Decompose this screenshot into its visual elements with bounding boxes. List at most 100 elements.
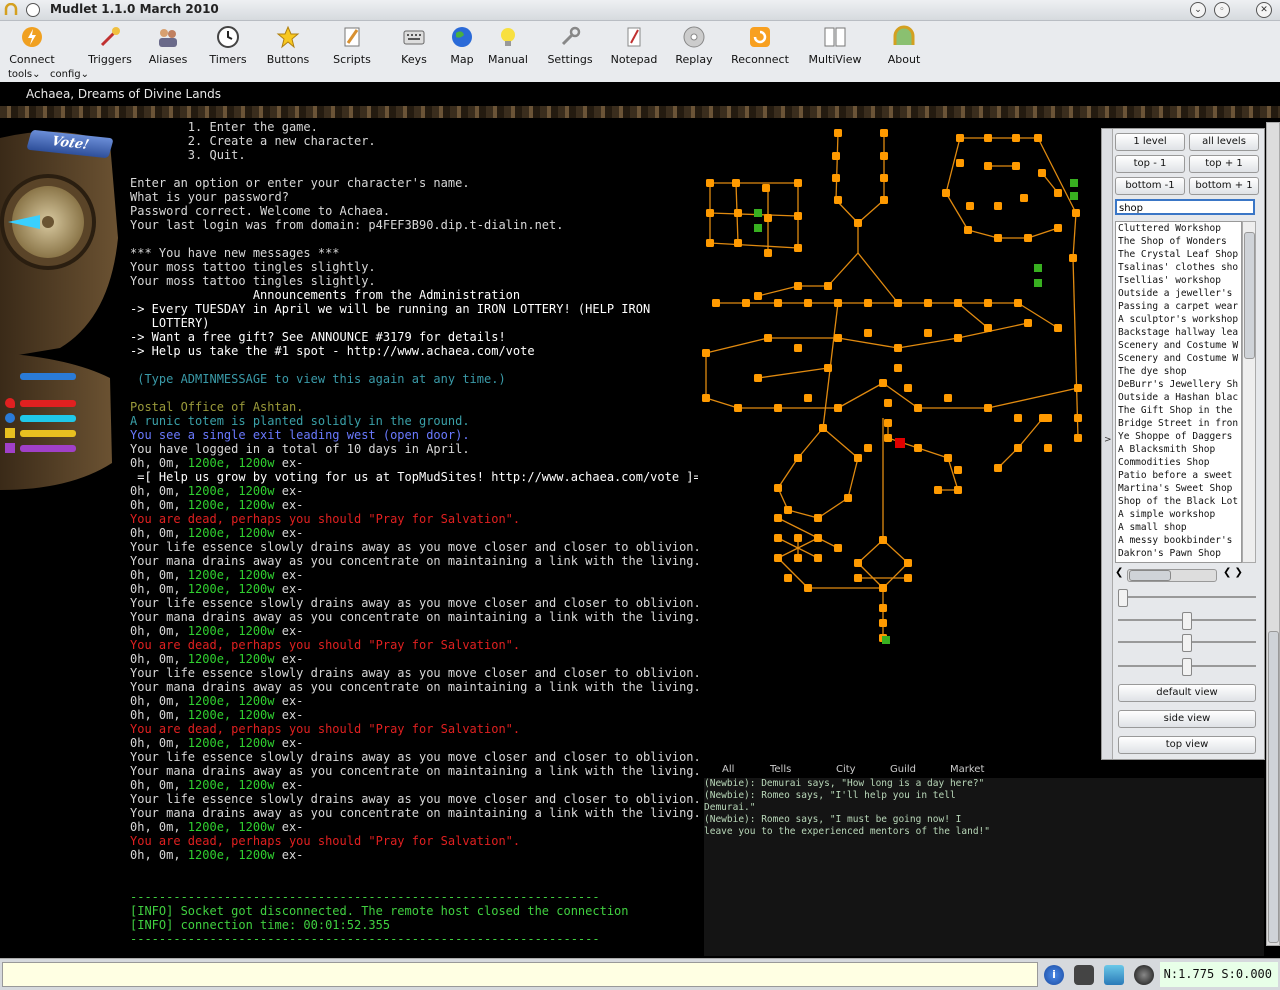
room-result-item[interactable]: Shop of the Black Lot (1116, 495, 1241, 508)
tools-menu[interactable]: tools⌄ (8, 69, 41, 80)
top-view-button[interactable]: top view (1118, 736, 1256, 754)
minimize-button[interactable]: ⌄ (1190, 2, 1206, 18)
room-result-item[interactable]: Ye Shoppe of Daggers (1116, 430, 1241, 443)
top-minus-button[interactable]: top - 1 (1115, 155, 1185, 173)
tab-market[interactable]: Market (950, 764, 984, 775)
room-result-item[interactable]: A simple workshop (1116, 508, 1241, 521)
map-exit-line (705, 337, 769, 354)
default-view-button[interactable]: default view (1118, 684, 1256, 702)
room-result-item[interactable]: The dye shop (1116, 365, 1241, 378)
toolbar-buttons-button[interactable]: Buttons (264, 25, 312, 69)
toolbar-aliases-button[interactable]: Aliases (144, 25, 192, 69)
room-result-item[interactable]: Backstage hallway lea (1116, 326, 1241, 339)
main-console[interactable]: 1. Enter the game. 2. Create a new chara… (130, 118, 701, 956)
network-stats: N:1.775 S:0.000 (1160, 962, 1278, 987)
results-scrollbar[interactable] (1242, 221, 1256, 563)
room-result-item[interactable]: Martina's Sweet Shop (1116, 482, 1241, 495)
mapper-view[interactable] (698, 118, 1101, 758)
room-result-item[interactable]: Tsalinas' clothes sho (1116, 261, 1241, 274)
side-view-button[interactable]: side view (1118, 710, 1256, 728)
room-results-list[interactable]: Cluttered Workshop The Shop of Wonders The… (1115, 221, 1242, 563)
toolbar-notepad-button[interactable]: Notepad (610, 25, 658, 69)
console-line: Your mana drains away as you concentrate… (130, 680, 701, 694)
console-line: 0h, 0m, 1200e, 1200w ex- (130, 526, 304, 540)
map-exit-line (777, 457, 799, 489)
room-result-item[interactable]: Dakron's Pawn Shop (1116, 547, 1241, 560)
map-room (834, 299, 842, 307)
toolbar-connect-button[interactable]: Connect (8, 25, 56, 69)
room-result-item[interactable]: The Crystal Leaf Shop (1116, 248, 1241, 261)
room-result-item[interactable]: Tsellias' workshop (1116, 274, 1241, 287)
map-room (894, 364, 902, 372)
room-result-item[interactable]: The Shop of Wonders (1116, 235, 1241, 248)
top-plus-button[interactable]: top + 1 (1189, 155, 1259, 173)
room-result-item[interactable]: The Gift Shop in the (1116, 404, 1241, 417)
chat-window[interactable]: (Newbie): Demurai says, "How long is a d… (704, 778, 1264, 956)
room-result-item[interactable]: Outside a jeweller's (1116, 287, 1241, 300)
room-result-item[interactable]: DeBurr's Jewellery Sh (1116, 378, 1241, 391)
room-search-input[interactable]: shop (1115, 199, 1255, 215)
console-scrollbar[interactable] (1266, 122, 1280, 946)
toolbar-reconnect-button[interactable]: Reconnect (730, 25, 790, 69)
y-rotation-slider[interactable] (1118, 634, 1256, 652)
results-hscrollbar[interactable]: ❮ ❮ ❯ (1115, 567, 1255, 582)
map-exit-line (797, 427, 824, 459)
toolbar-settings-button[interactable]: Settings (540, 25, 600, 69)
room-result-item[interactable]: A small shop (1116, 521, 1241, 534)
map-room (880, 174, 888, 182)
keyboard-icon (403, 30, 425, 45)
map-room (994, 202, 1002, 210)
tab-guild[interactable]: Guild (890, 764, 916, 775)
map-room (804, 584, 812, 592)
map-exit-line (857, 199, 885, 224)
room-result-item[interactable]: Patio before a sweet (1116, 469, 1241, 482)
keyboard-icon[interactable] (1074, 965, 1094, 985)
room-result-item[interactable]: A Blacksmith Shop (1116, 443, 1241, 456)
tab-tells[interactable]: Tells (770, 764, 791, 775)
room-result-item[interactable]: Commodities Shop (1116, 456, 1241, 469)
map-exit-line (817, 497, 849, 519)
game-title: Achaea, Dreams of Divine Lands (26, 87, 222, 101)
room-result-item[interactable]: Bridge Street in fron (1116, 417, 1241, 430)
toolbar-keys-button[interactable]: Keys (390, 25, 438, 69)
info-icon[interactable]: i (1044, 965, 1064, 985)
room-result-item[interactable]: Passing a carpet wear (1116, 300, 1241, 313)
one-level-button[interactable]: 1 level (1115, 133, 1185, 151)
map-room (864, 444, 872, 452)
window-menu-icon[interactable] (26, 3, 40, 17)
room-result-item[interactable]: Scenery and Costume W (1116, 339, 1241, 352)
toolbar-replay-button[interactable]: Replay (670, 25, 718, 69)
toolbar-manual-button[interactable]: Manual (484, 25, 532, 69)
record-icon[interactable] (1134, 965, 1154, 985)
x-rotation-slider[interactable] (1118, 612, 1256, 630)
close-button[interactable]: ✕ (1256, 2, 1272, 18)
toolbar-map-button[interactable]: Map (438, 25, 486, 69)
console-line: 0h, 0m, 1200e, 1200w ex- (130, 820, 304, 834)
toolbar-timers-button[interactable]: Timers (204, 25, 252, 69)
bottom-plus-button[interactable]: bottom + 1 (1189, 177, 1259, 195)
all-levels-button[interactable]: all levels (1189, 133, 1259, 151)
bottom-minus-button[interactable]: bottom -1 (1115, 177, 1185, 195)
zoom-slider[interactable] (1118, 589, 1256, 607)
toolbar-multiview-button[interactable]: MultiView (805, 25, 865, 69)
toolbar-about-button[interactable]: About (880, 25, 928, 69)
room-result-item[interactable]: Outside a Hashan blac (1116, 391, 1241, 404)
screen-icon[interactable] (1104, 965, 1124, 985)
level-bar (20, 373, 76, 380)
room-result-item[interactable]: A messy bookbinder's (1116, 534, 1241, 547)
command-input[interactable] (2, 962, 1038, 987)
room-result-item[interactable]: Cluttered Workshop (1116, 222, 1241, 235)
map-room (1014, 299, 1022, 307)
toolbar-scripts-button[interactable]: Scripts (328, 25, 376, 69)
z-rotation-slider[interactable] (1118, 658, 1256, 676)
config-menu[interactable]: config⌄ (50, 69, 89, 80)
toolbar-triggers-button[interactable]: Triggers (80, 25, 140, 69)
room-result-item[interactable]: Scenery and Costume W (1116, 352, 1241, 365)
tab-all[interactable]: All (722, 764, 734, 775)
willpower-bar (20, 445, 76, 452)
panel-collapse-handle[interactable]: > (1102, 129, 1113, 759)
map-exit-line (1072, 212, 1077, 259)
tab-city[interactable]: City (836, 764, 856, 775)
room-result-item[interactable]: A sculptor's workshop (1116, 313, 1241, 326)
maximize-button[interactable]: ◦ (1214, 2, 1230, 18)
